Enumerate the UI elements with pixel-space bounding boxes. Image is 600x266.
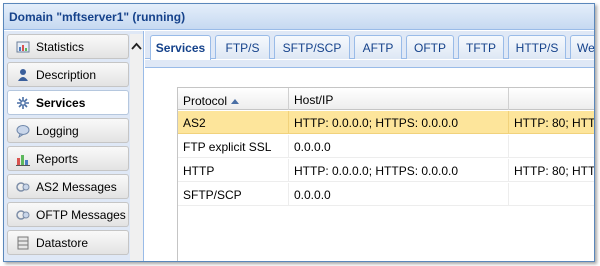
tab-aftp[interactable]: AFTP bbox=[354, 35, 402, 59]
table-row[interactable]: AS2 HTTP: 0.0.0.0; HTTPS: 0.0.0.0 HTTP: … bbox=[178, 111, 595, 134]
oftp-messages-icon bbox=[16, 208, 30, 222]
sidebar-item-label: Services bbox=[36, 96, 86, 110]
datastore-icon bbox=[16, 236, 30, 250]
tab-sftp-scp[interactable]: SFTP/SCP bbox=[274, 35, 350, 59]
cell-host-ip: HTTP: 0.0.0.0; HTTPS: 0.0.0.0 bbox=[289, 159, 509, 182]
sidebar-item-statistics[interactable]: Statistics bbox=[7, 34, 129, 59]
cell-port: HTTP: 80; HTTP bbox=[514, 116, 595, 130]
person-icon bbox=[16, 68, 30, 82]
services-icon bbox=[16, 96, 30, 110]
cell-port: HTTP: 80; HTTP bbox=[514, 164, 595, 178]
panel-toolbar bbox=[145, 60, 594, 68]
sidebar-item-label: AS2 Messages bbox=[36, 180, 117, 194]
sidebar-item-label: Reports bbox=[36, 152, 79, 166]
cell-port bbox=[509, 135, 594, 158]
cell-protocol: AS2 bbox=[178, 111, 289, 134]
tab-bar: Services FTP/S SFTP/SCP AFTP OFTP TFTP H… bbox=[145, 31, 594, 60]
tab-https[interactable]: HTTP/S bbox=[508, 35, 566, 59]
sidebar-item-label: Datastore bbox=[36, 236, 89, 250]
services-panel: Protocol Host/IP AS2 HTTP: 0.0.0.0; HTTP… bbox=[145, 60, 595, 261]
sidebar-scrollbar[interactable] bbox=[130, 34, 143, 261]
sidebar-item-datastore[interactable]: Datastore bbox=[7, 230, 129, 255]
sidebar-item-services[interactable]: Services bbox=[7, 90, 129, 115]
column-header-host-ip[interactable]: Host/IP bbox=[289, 88, 509, 110]
cell-port bbox=[509, 183, 594, 206]
sidebar-item-logging[interactable]: Logging bbox=[7, 118, 129, 143]
table-row[interactable]: SFTP/SCP 0.0.0.0 bbox=[178, 183, 594, 206]
logging-icon bbox=[16, 124, 30, 139]
sidebar-item-label: Logging bbox=[36, 124, 79, 138]
column-header-port[interactable] bbox=[509, 88, 594, 110]
as2-messages-icon bbox=[16, 180, 30, 194]
cell-protocol: HTTP bbox=[178, 159, 289, 182]
column-header-protocol[interactable]: Protocol bbox=[178, 88, 289, 110]
cell-protocol: SFTP/SCP bbox=[178, 183, 289, 206]
sidebar-item-reports[interactable]: Reports bbox=[7, 146, 129, 171]
tab-tftp[interactable]: TFTP bbox=[458, 35, 504, 59]
sidebar-item-as2-messages[interactable]: AS2 Messages bbox=[7, 174, 129, 199]
sidebar-item-oftp-messages[interactable]: OFTP Messages bbox=[7, 202, 129, 227]
sidebar-item-label: OFTP Messages bbox=[36, 208, 126, 222]
domain-window: Domain "mftserver1" (running) Statistics… bbox=[3, 3, 595, 262]
sidebar-list: Statistics Description Services Logging bbox=[7, 34, 129, 258]
services-grid: Protocol Host/IP AS2 HTTP: 0.0.0.0; HTTP… bbox=[177, 87, 595, 261]
sidebar-item-description[interactable]: Description bbox=[7, 62, 129, 87]
reports-icon bbox=[16, 152, 30, 166]
table-row[interactable]: FTP explicit SSL 0.0.0.0 bbox=[178, 135, 594, 158]
cell-host-ip: 0.0.0.0 bbox=[289, 183, 509, 206]
chevron-up-icon[interactable] bbox=[130, 40, 143, 52]
sort-ascending-icon bbox=[231, 93, 240, 107]
window-title: Domain "mftserver1" (running) bbox=[4, 4, 594, 30]
sidebar: Statistics Description Services Logging bbox=[4, 31, 144, 261]
tab-ftps[interactable]: FTP/S bbox=[215, 35, 270, 59]
sidebar-item-label: Statistics bbox=[36, 40, 85, 54]
cell-host-ip: 0.0.0.0 bbox=[289, 135, 509, 158]
tab-services[interactable]: Services bbox=[150, 35, 211, 60]
statistics-icon bbox=[16, 40, 30, 54]
tab-oftp[interactable]: OFTP bbox=[406, 35, 454, 59]
table-row[interactable]: HTTP HTTP: 0.0.0.0; HTTPS: 0.0.0.0 HTTP:… bbox=[178, 159, 595, 182]
grid-header: Protocol Host/IP bbox=[178, 88, 594, 110]
cell-protocol: FTP explicit SSL bbox=[178, 135, 289, 158]
sidebar-item-label: Description bbox=[36, 68, 97, 82]
tab-web[interactable]: We bbox=[570, 35, 594, 59]
cell-host-ip: HTTP: 0.0.0.0; HTTPS: 0.0.0.0 bbox=[289, 111, 509, 134]
